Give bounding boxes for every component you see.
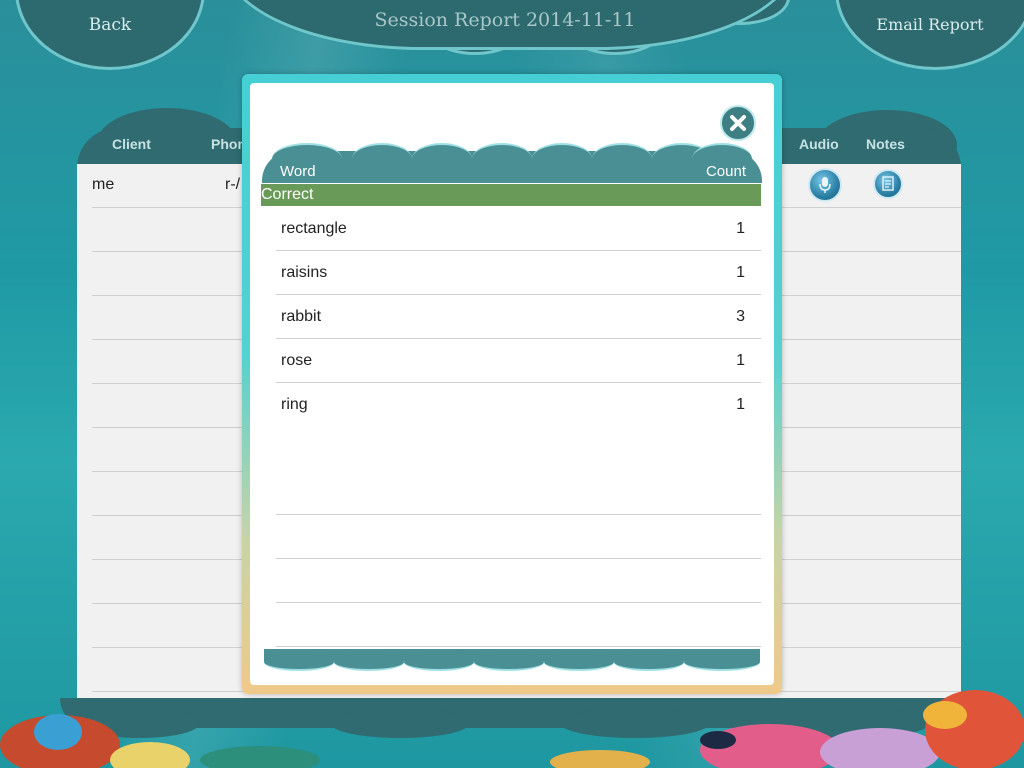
word-count-dialog: Word Count Correct rectangle 1 raisins 1… <box>242 74 782 694</box>
footer-scallop <box>614 653 684 671</box>
bottom-scallop <box>780 708 930 738</box>
top-bar: Back Session Report 2014-11-11 Email Rep… <box>0 0 1024 80</box>
back-button-label[interactable]: Back <box>70 15 150 35</box>
footer-scallop <box>474 653 544 671</box>
count-cell: 1 <box>736 264 745 281</box>
count-cell: 1 <box>736 220 745 237</box>
header-scallop <box>352 143 412 175</box>
microphone-icon[interactable] <box>808 168 842 202</box>
notes-icon[interactable] <box>873 169 903 199</box>
email-report-button[interactable] <box>835 0 1024 70</box>
empty-row <box>276 603 761 647</box>
close-button[interactable] <box>720 105 756 141</box>
footer-scallop <box>684 653 760 671</box>
section-header-correct: Correct <box>261 184 761 206</box>
word-cell: rose <box>281 352 313 369</box>
column-header-client: Client <box>112 136 151 152</box>
column-header-word: Word <box>280 163 316 180</box>
header-scallop <box>412 143 472 175</box>
empty-row <box>276 471 761 515</box>
footer-scallop <box>264 653 334 671</box>
header-scallop <box>592 143 652 175</box>
page-title: Session Report 2014-11-11 <box>374 9 636 31</box>
count-cell: 1 <box>736 352 745 369</box>
count-cell: 1 <box>736 396 745 413</box>
empty-row <box>276 515 761 559</box>
bottom-scallop <box>80 708 200 738</box>
close-icon <box>730 115 746 131</box>
header-scallop <box>472 143 532 175</box>
client-cell: me <box>92 176 115 193</box>
column-header-phoneme: Phon <box>211 136 246 152</box>
word-cell: rabbit <box>281 308 322 325</box>
word-row: raisins 1 <box>276 251 761 295</box>
word-row: rose 1 <box>276 339 761 383</box>
footer-scallop <box>404 653 474 671</box>
column-header-audio: Audio <box>799 136 839 152</box>
empty-row <box>276 559 761 603</box>
bottom-scallop <box>330 708 470 738</box>
word-row: rectangle 1 <box>276 207 761 251</box>
word-row: rabbit 3 <box>276 295 761 339</box>
column-header-count: Count <box>705 163 746 180</box>
count-cell: 3 <box>736 308 745 325</box>
word-row: ring 1 <box>276 383 761 427</box>
bottom-scallop <box>560 708 710 738</box>
column-header-notes: Notes <box>866 136 905 152</box>
word-cell: ring <box>281 396 308 413</box>
footer-scallop <box>334 653 404 671</box>
phoneme-cell: r-/ <box>225 176 241 193</box>
back-button[interactable] <box>15 0 205 70</box>
word-cell: rectangle <box>281 220 347 237</box>
word-cell: raisins <box>281 264 328 281</box>
email-report-label[interactable]: Email Report <box>870 15 990 34</box>
dialog-content: Word Count Correct rectangle 1 raisins 1… <box>250 83 774 685</box>
footer-scallop <box>544 653 614 671</box>
header-scallop <box>532 143 592 175</box>
word-table-header: Word Count <box>262 143 762 185</box>
